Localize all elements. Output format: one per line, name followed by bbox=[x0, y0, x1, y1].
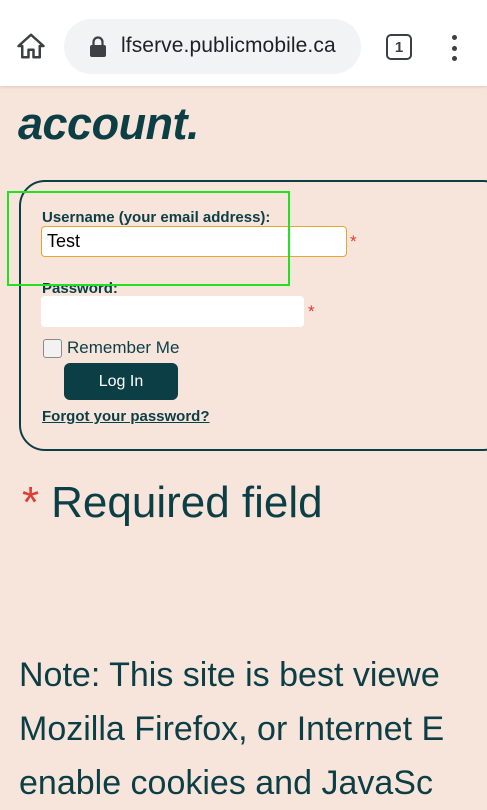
username-required-marker: * bbox=[350, 232, 357, 251]
required-field-note: * Required field bbox=[22, 478, 323, 528]
lock-icon bbox=[90, 36, 106, 57]
username-input[interactable] bbox=[41, 226, 347, 257]
page-title: account. bbox=[18, 98, 200, 149]
tab-switcher-button[interactable]: 1 bbox=[386, 34, 412, 60]
home-icon bbox=[17, 33, 45, 59]
password-label: Password: bbox=[42, 280, 118, 297]
remember-me-label[interactable]: Remember Me bbox=[67, 338, 179, 358]
remember-me-row: Remember Me bbox=[43, 338, 179, 358]
required-star: * bbox=[22, 478, 40, 527]
home-button[interactable] bbox=[14, 29, 48, 63]
remember-me-checkbox[interactable] bbox=[43, 338, 62, 358]
required-field-text: Required field bbox=[51, 478, 323, 527]
more-vert-icon[interactable] bbox=[444, 31, 464, 65]
note-line: enable cookies and JavaSc bbox=[19, 764, 433, 802]
login-button[interactable]: Log In bbox=[64, 363, 178, 400]
tab-count: 1 bbox=[394, 38, 404, 56]
browser-toolbar: lfserve.publicmobile.ca 1 bbox=[0, 0, 487, 86]
address-bar[interactable]: lfserve.publicmobile.ca bbox=[64, 19, 361, 74]
browser-note: Note: This site is best viewe Mozilla Fi… bbox=[19, 648, 487, 810]
forgot-password-link[interactable]: Forgot your password? bbox=[42, 408, 210, 425]
password-input[interactable] bbox=[41, 296, 304, 327]
username-label: Username (your email address): bbox=[42, 209, 271, 226]
password-required-marker: * bbox=[308, 302, 315, 321]
url-text: lfserve.publicmobile.ca bbox=[121, 34, 336, 57]
note-line: Note: This site is best viewe bbox=[19, 656, 440, 694]
note-line: Mozilla Firefox, or Internet E bbox=[19, 710, 445, 748]
